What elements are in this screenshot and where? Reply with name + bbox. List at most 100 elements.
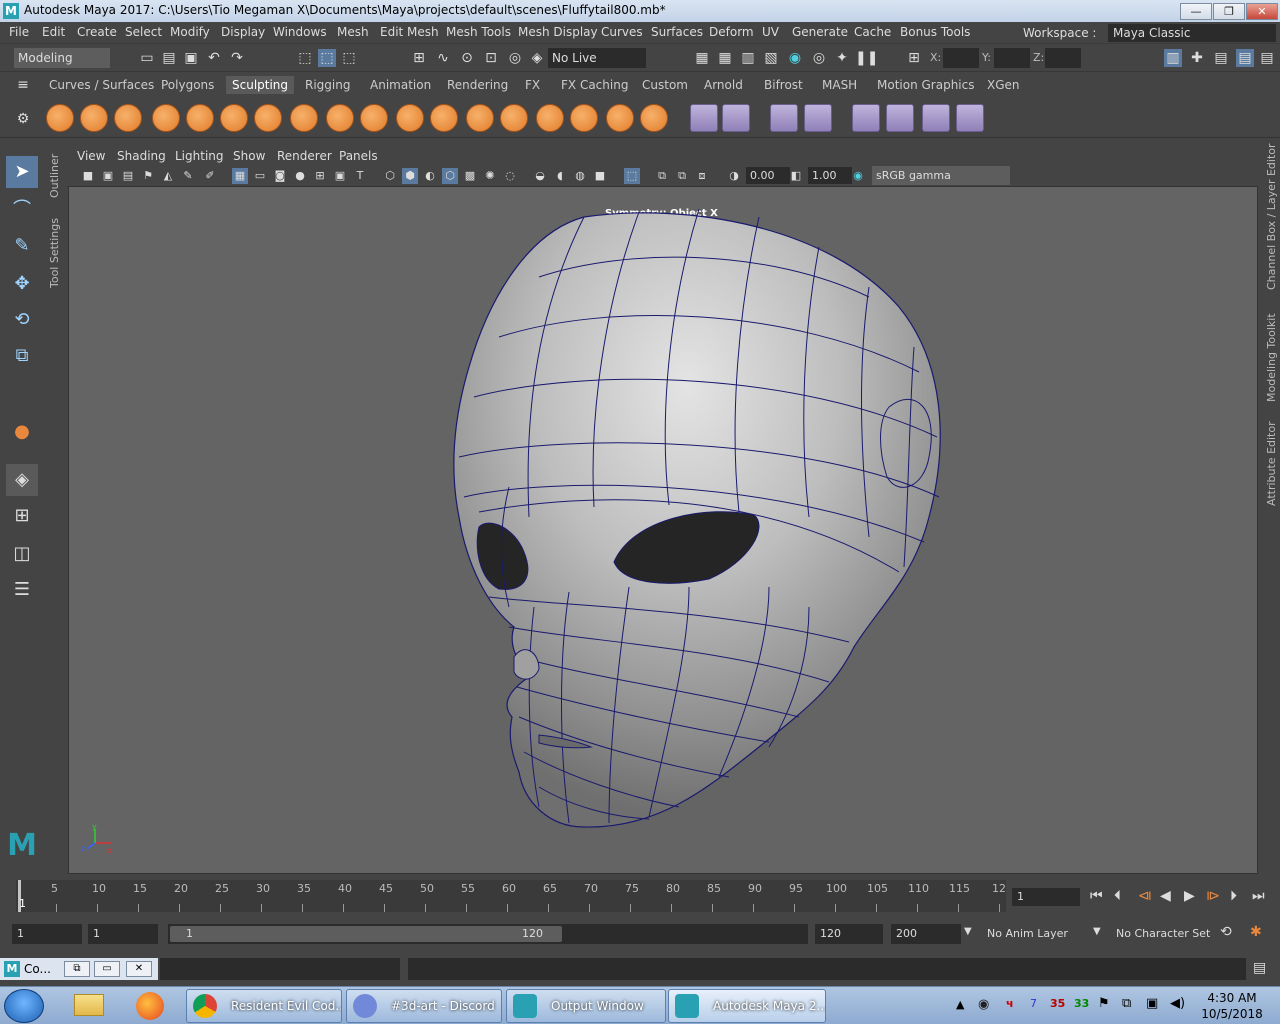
- viewport-menu-shading[interactable]: Shading: [117, 149, 166, 163]
- field-chart-icon[interactable]: ⊞: [312, 168, 328, 184]
- shadows-icon[interactable]: ◌: [502, 168, 518, 184]
- transform-input-icon[interactable]: ⊞: [905, 49, 923, 67]
- command-window-mini[interactable]: M Co... ⧉ ▭ ✕: [0, 958, 158, 980]
- attribute-editor-toggle-icon[interactable]: ▤: [1212, 49, 1230, 67]
- menu-uv[interactable]: UV: [762, 25, 779, 39]
- gate-mask-icon[interactable]: ●: [292, 168, 308, 184]
- xray-components-icon[interactable]: ⧈: [694, 168, 710, 184]
- tray-number[interactable]: 7: [1030, 997, 1037, 1010]
- select-tool-icon[interactable]: ➤: [6, 156, 38, 188]
- lights-icon[interactable]: ✺: [482, 168, 498, 184]
- mini-close-button[interactable]: ✕: [126, 961, 152, 977]
- render-ipr-icon[interactable]: ▦: [716, 49, 734, 67]
- character-set-dropdown[interactable]: No Character Set: [1111, 924, 1213, 944]
- last-tool-icon[interactable]: ●: [6, 416, 38, 448]
- menu-modify[interactable]: Modify: [170, 25, 210, 39]
- shelf-tab-xgen[interactable]: XGen: [987, 78, 1020, 92]
- network-icon[interactable]: ▣: [1146, 996, 1158, 1011]
- play-backwards-icon[interactable]: ◀: [1160, 888, 1171, 904]
- shelf-settings-icon[interactable]: ⚙: [14, 110, 32, 128]
- relax-tool-icon[interactable]: [114, 104, 142, 132]
- menu-cache[interactable]: Cache: [854, 25, 891, 39]
- tray-icon[interactable]: ч: [1006, 997, 1014, 1010]
- spray-tool-icon[interactable]: [290, 104, 318, 132]
- channel-box-tab[interactable]: Channel Box / Layer Editor: [1265, 143, 1278, 290]
- perspective-viewport[interactable]: Symmetry: Object X: [68, 186, 1258, 874]
- shelf-tab-motion-graphics[interactable]: Motion Graphics: [877, 78, 975, 92]
- snap-surface-icon[interactable]: ◎: [506, 49, 524, 67]
- close-button[interactable]: ✕: [1246, 3, 1278, 20]
- tray-number[interactable]: 35: [1050, 997, 1065, 1010]
- step-back-key-icon[interactable]: ⧏: [1138, 888, 1152, 904]
- sculpt-tool-icon[interactable]: [46, 104, 74, 132]
- mini-restore-button[interactable]: ⧉: [64, 961, 90, 977]
- imprint-tool-icon[interactable]: [360, 104, 388, 132]
- ipr-icon[interactable]: ▥: [739, 49, 757, 67]
- wax-tool-icon[interactable]: [396, 104, 424, 132]
- menu-edit[interactable]: Edit: [42, 25, 65, 39]
- shelf-tab-arnold[interactable]: Arnold: [704, 78, 743, 92]
- camera-attributes-icon[interactable]: ▤: [120, 168, 136, 184]
- restore-button[interactable]: ❐: [1213, 3, 1245, 20]
- open-scene-icon[interactable]: ▤: [160, 49, 178, 67]
- knife-tool-icon[interactable]: [500, 104, 528, 132]
- workspace-dropdown[interactable]: Maya Classic: [1108, 24, 1276, 42]
- shelf-tab-curves-surfaces[interactable]: Curves / Surfaces: [49, 78, 154, 92]
- xray-joints-icon[interactable]: ⧉: [674, 168, 690, 184]
- motion-blur-icon[interactable]: ◖: [552, 168, 568, 184]
- task-output-window[interactable]: Output Window: [506, 989, 666, 1023]
- move-tool-icon[interactable]: ✥: [6, 268, 38, 300]
- time-ruler[interactable]: 1 5 10 15 20 25 30 35 40 45 50 55 60 65 …: [16, 880, 1006, 912]
- auto-key-icon[interactable]: ⟲: [1220, 924, 1232, 940]
- tool-settings-tab[interactable]: Tool Settings: [48, 218, 61, 288]
- lasso-tool-icon[interactable]: ⌒: [6, 194, 38, 226]
- select-hierarchy-icon[interactable]: ⬚: [296, 49, 314, 67]
- task-discord[interactable]: #3d-art - Discord: [346, 989, 502, 1023]
- arnold-icon[interactable]: ✦: [833, 49, 851, 67]
- menu-display[interactable]: Display: [221, 25, 265, 39]
- step-forward-frame-icon[interactable]: ⏵: [1230, 888, 1237, 904]
- four-view-icon[interactable]: ⊞: [6, 500, 38, 532]
- gamma-field[interactable]: 1.00: [808, 167, 852, 184]
- bookmark-icon[interactable]: ⚑: [140, 168, 156, 184]
- mini-maximize-button[interactable]: ▭: [94, 961, 120, 977]
- x-field[interactable]: [943, 48, 979, 68]
- snap-point-icon[interactable]: ⊙: [458, 49, 476, 67]
- depth-of-field-icon[interactable]: ■: [592, 168, 608, 184]
- lock-camera-icon[interactable]: ▣: [100, 168, 116, 184]
- range-slider-handle[interactable]: [170, 926, 562, 942]
- color-management-icon[interactable]: ◉: [850, 168, 866, 184]
- show-hidden-icons-icon[interactable]: ▲: [956, 998, 964, 1011]
- current-frame-field[interactable]: 1: [1012, 888, 1080, 906]
- chevron-down-icon[interactable]: ▼: [964, 926, 972, 937]
- sculpt-layer-icon[interactable]: [722, 104, 750, 132]
- redo-icon[interactable]: ↷: [228, 49, 246, 67]
- freeze-tool-icon[interactable]: [640, 104, 668, 132]
- menu-mesh[interactable]: Mesh: [337, 25, 369, 39]
- chevron-down-icon[interactable]: ▼: [1093, 926, 1101, 937]
- action-center-icon[interactable]: ⚑: [1098, 996, 1110, 1011]
- gamma-icon[interactable]: ◧: [788, 168, 804, 184]
- clock[interactable]: 4:30 AM 10/5/2018: [1196, 990, 1268, 1022]
- save-scene-icon[interactable]: ▣: [182, 49, 200, 67]
- modeling-toolkit-tab[interactable]: Modeling Toolkit: [1265, 313, 1278, 402]
- view-transform-dropdown[interactable]: sRGB gamma: [872, 166, 1010, 185]
- safe-action-icon[interactable]: ▣: [332, 168, 348, 184]
- snap-grid-icon[interactable]: ⊞: [410, 49, 428, 67]
- hypershade-icon[interactable]: ◉: [786, 49, 804, 67]
- y-field[interactable]: [994, 48, 1030, 68]
- menu-windows[interactable]: Windows: [273, 25, 327, 39]
- menu-curves[interactable]: Curves: [601, 25, 643, 39]
- anti-aliasing-icon[interactable]: ◍: [572, 168, 588, 184]
- freeze-mask-icon[interactable]: [886, 104, 914, 132]
- render-frame-icon[interactable]: ▦: [693, 49, 711, 67]
- resolution-gate-icon[interactable]: ◙: [272, 168, 288, 184]
- step-back-frame-icon[interactable]: ⏴: [1114, 888, 1121, 904]
- file-explorer-icon[interactable]: [66, 990, 114, 1022]
- paint-select-tool-icon[interactable]: ✎: [6, 230, 38, 262]
- shelf-tab-fx[interactable]: FX: [525, 78, 540, 92]
- bulge-tool-icon[interactable]: [570, 104, 598, 132]
- safe-title-icon[interactable]: T: [352, 168, 368, 184]
- fill-tool-icon[interactable]: [466, 104, 494, 132]
- usb-icon[interactable]: ⧉: [1122, 996, 1131, 1011]
